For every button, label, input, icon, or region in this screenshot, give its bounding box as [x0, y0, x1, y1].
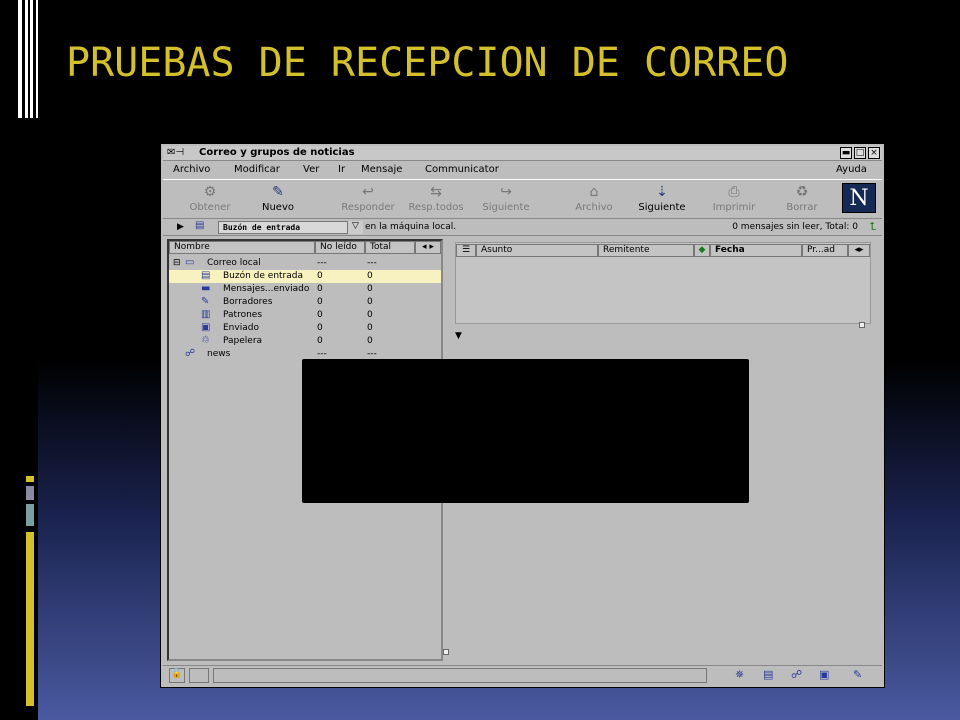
maximize-button[interactable]: □ — [854, 147, 866, 159]
message-list: ☰ Asunto Remitente ◆ Fecha Pr...ad ◂▸ — [455, 242, 871, 324]
forward-icon: ↪ — [500, 184, 512, 200]
get-mail-icon: ⚙ — [203, 184, 217, 200]
delete-icon: ♻ — [795, 184, 809, 200]
print-button[interactable]: ⎙ Imprimir — [703, 182, 765, 218]
templates-icon: ▥ — [201, 309, 211, 320]
list-resize-handle[interactable] — [859, 322, 865, 328]
window-titlebar[interactable]: ✉⊣ Correo y grupos de noticias ▬ □ × — [163, 146, 882, 161]
reply-all-icon: ⇆ — [430, 184, 442, 200]
col-total[interactable]: Total — [365, 241, 415, 254]
reply-all-button[interactable]: ⇆ Resp.todos — [405, 182, 467, 218]
composer-icon[interactable]: ▣ — [819, 668, 829, 681]
inbox-icon: ▤ — [195, 220, 205, 231]
slide-decoration-bottom — [26, 476, 36, 706]
col-fecha[interactable]: Fecha — [710, 244, 802, 257]
folder-row[interactable]: ▣ Enviado 0 0 — [169, 322, 441, 335]
status-progress — [189, 668, 209, 683]
netscape-logo[interactable]: N — [842, 183, 876, 213]
slide-title: PRUEBAS DE RECEPCION DE CORREO — [66, 40, 789, 86]
navigator-icon[interactable]: ✵ — [735, 668, 744, 681]
news-icon: ☍ — [185, 348, 196, 359]
close-button[interactable]: × — [868, 147, 880, 159]
status-bar: 🔓 ✵ ▤ ☍ ▣ ✎ — [163, 665, 882, 685]
file-button[interactable]: ⌂ Archivo — [563, 182, 625, 218]
trash-icon: ♲ — [201, 335, 210, 346]
inbox-icon: ▤ — [201, 270, 211, 281]
reply-icon: ↩ — [362, 184, 374, 200]
sent-icon: ▣ — [201, 322, 211, 333]
col-asunto[interactable]: Asunto — [476, 244, 598, 257]
mail-icon[interactable]: ▤ — [763, 668, 773, 681]
folder-row[interactable]: ▥ Patrones 0 0 — [169, 309, 441, 322]
local-mail-icon: ▭ — [185, 257, 195, 268]
message-counts: 0 mensajes sin leer, Total: 0 — [732, 222, 858, 232]
location-suffix: en la máquina local. — [365, 222, 457, 232]
redacted-overlay — [302, 359, 749, 503]
file-icon: ⌂ — [589, 184, 599, 200]
discussion-icon[interactable]: ☍ — [791, 668, 802, 681]
menubar: Archivo Modificar Ver Ir Mensaje Communi… — [163, 162, 882, 178]
status-text — [213, 668, 707, 683]
thread-icon[interactable]: ☰ — [456, 244, 476, 257]
col-nombre[interactable]: Nombre — [169, 241, 315, 254]
menu-ayuda[interactable]: Ayuda — [836, 164, 867, 175]
folder-row[interactable]: ⊟ ▭ Correo local --- --- — [169, 257, 441, 270]
menu-ver[interactable]: Ver — [303, 164, 319, 175]
get-mail-button[interactable]: ⚙ Obtener — [179, 182, 241, 218]
window-icon: ✉⊣ — [167, 147, 185, 158]
print-icon: ⎙ — [728, 184, 740, 200]
chevron-down-icon[interactable]: ▽ — [347, 221, 363, 234]
location-bar: ▶ ▤ Buzón de entrada ▽ en la máquina loc… — [163, 220, 882, 236]
forward-button[interactable]: ↪ Siguiente — [475, 182, 537, 218]
new-message-icon: ✎ — [272, 184, 284, 200]
folder-select[interactable]: Buzón de entrada — [218, 221, 363, 234]
expand-arrow-icon[interactable]: ▶ — [177, 222, 184, 232]
menu-ir[interactable]: Ir — [338, 164, 345, 175]
next-icon: ⇣ — [656, 184, 668, 200]
chevron-down-icon[interactable]: ▼ — [455, 331, 462, 341]
menu-modificar[interactable]: Modificar — [234, 164, 280, 175]
folder-row[interactable]: ▤ Buzón de entrada 0 0 — [169, 270, 441, 283]
drafts-icon: ✎ — [201, 296, 210, 307]
slide-decoration-top — [18, 0, 38, 118]
outbox-icon: ▬ — [201, 283, 211, 294]
col-remitente[interactable]: Remitente — [598, 244, 694, 257]
reply-button[interactable]: ↩ Responder — [337, 182, 399, 218]
next-button[interactable]: ⇣ Siguiente — [631, 182, 693, 218]
column-scroll-arrows[interactable]: ◂ ▸ — [415, 241, 441, 254]
menu-mensaje[interactable]: Mensaje — [361, 164, 402, 175]
menu-archivo[interactable]: Archivo — [173, 164, 210, 175]
collapse-icon[interactable]: ⊟ — [173, 258, 181, 268]
folder-row[interactable]: ✎ Borradores 0 0 — [169, 296, 441, 309]
delete-button[interactable]: ♻ Borrar — [771, 182, 833, 218]
column-scroll-arrows[interactable]: ◂▸ — [848, 244, 870, 257]
composer-pen-icon[interactable]: ✎ — [853, 668, 862, 681]
flag-icon[interactable]: ◆ — [694, 244, 710, 257]
folder-row[interactable]: ♲ Papelera 0 0 — [169, 335, 441, 348]
toolbar: ⚙ Obtener ✎ Nuevo ↩ Responder ⇆ Resp.todos ↪… — [163, 179, 882, 219]
menu-communicator[interactable]: Communicator — [425, 164, 499, 175]
security-lock-icon[interactable]: 🔓 — [169, 668, 185, 683]
minimize-button[interactable]: ▬ — [840, 147, 852, 159]
folder-row[interactable]: ▬ Mensajes...enviado 0 0 — [169, 283, 441, 296]
window-title: Correo y grupos de noticias — [199, 147, 355, 158]
pane-resize-handle[interactable] — [443, 649, 449, 655]
col-no-leido[interactable]: No leído — [315, 241, 365, 254]
up-folder-icon[interactable]: ⮤ — [870, 220, 877, 234]
col-prioridad[interactable]: Pr...ad — [802, 244, 848, 257]
new-message-button[interactable]: ✎ Nuevo — [247, 182, 309, 218]
